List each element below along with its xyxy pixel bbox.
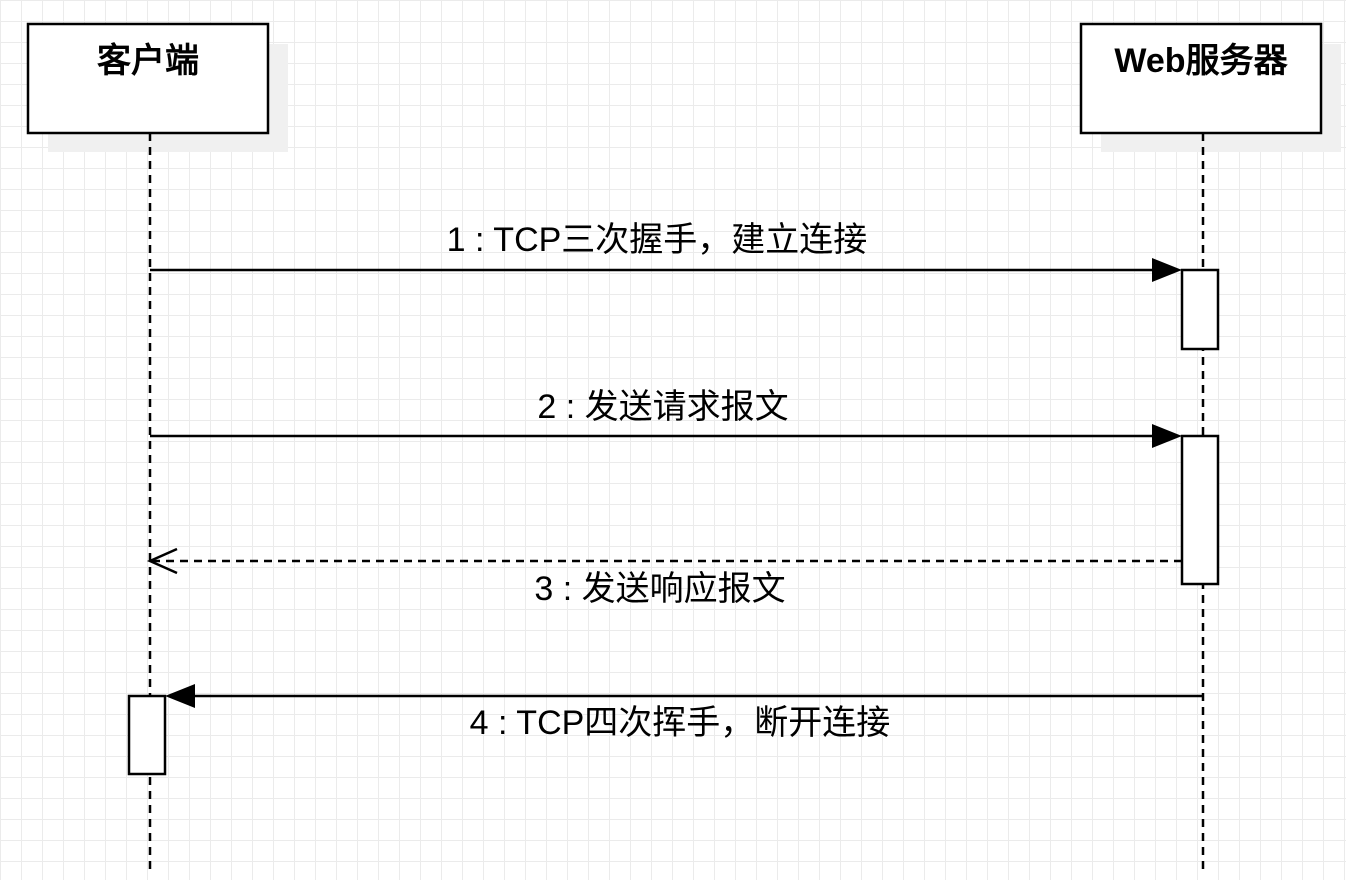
message-4-arrowhead [165, 684, 195, 708]
sequence-diagram: 客户端 Web服务器 1 : TCP三次握手，建立连接 2 : 发送请求报文 3… [26, 22, 1341, 870]
participant-client-title: 客户端 [97, 41, 199, 80]
message-2-arrowhead [1152, 424, 1182, 448]
message-1-arrowhead [1152, 258, 1182, 282]
participant-server[interactable]: Web服务器 [1079, 22, 1341, 152]
message-4-label: 4 : TCP四次挥手，断开连接 [470, 704, 891, 742]
message-2-label: 2 : 发送请求报文 [537, 388, 788, 426]
message-1-label: 1 : TCP三次握手，建立连接 [447, 221, 868, 259]
message-3-label: 3 : 发送响应报文 [534, 570, 785, 608]
message-3[interactable]: 3 : 发送响应报文 [146, 547, 1182, 608]
message-1[interactable]: 1 : TCP三次握手，建立连接 [150, 221, 1182, 282]
activation-bar-client[interactable] [127, 694, 167, 776]
participant-server-title: Web服务器 [1114, 42, 1288, 80]
participant-client[interactable]: 客户端 [26, 22, 288, 152]
activation-bar-server-2[interactable] [1180, 434, 1220, 586]
message-4[interactable]: 4 : TCP四次挥手，断开连接 [165, 684, 1203, 742]
message-2[interactable]: 2 : 发送请求报文 [150, 388, 1182, 448]
activation-bar-server-1[interactable] [1180, 268, 1220, 351]
